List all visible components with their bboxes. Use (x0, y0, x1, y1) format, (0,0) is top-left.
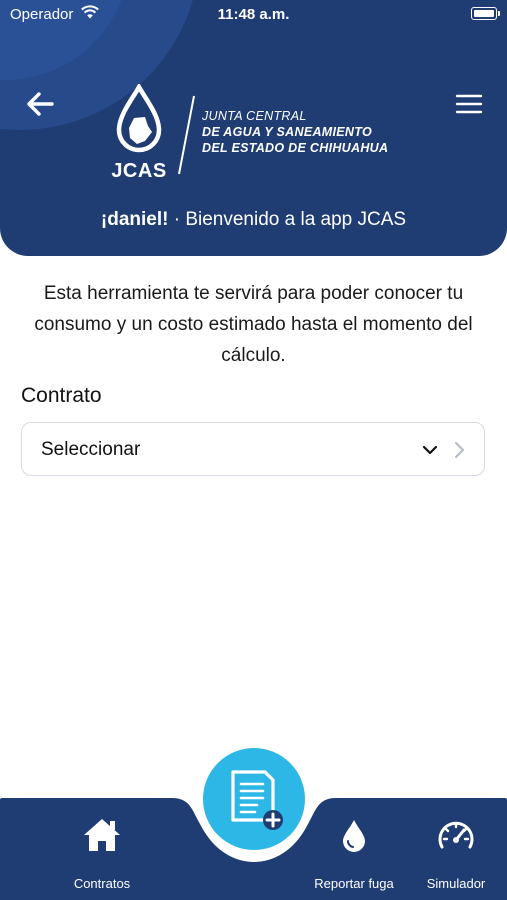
nav-item-label: Simulador (426, 876, 486, 891)
home-icon (84, 819, 120, 851)
logo-divider (178, 95, 195, 175)
water-drop-logo-icon (116, 84, 162, 153)
simulator-fab-button[interactable] (203, 748, 305, 850)
clock: 11:48 a.m. (217, 6, 290, 23)
arrow-left-icon (27, 92, 54, 116)
contract-select-value: Seleccionar (41, 439, 141, 460)
header: Operador 11:48 a.m. JCAS JUNTA CENTRAL D… (0, 0, 507, 256)
water-drop-icon (343, 820, 365, 852)
intro-text: Esta herramienta te servirá para poder c… (34, 283, 473, 366)
logo-text: JCAS (111, 160, 167, 182)
gauge-icon (438, 821, 474, 849)
jcas-logo: JCAS (104, 84, 174, 184)
menu-button[interactable] (453, 88, 485, 120)
nav-item-contratos[interactable]: Contratos (42, 814, 162, 891)
org-line-3: DEL ESTADO DE CHIHUAHUA (202, 141, 389, 155)
back-button[interactable] (22, 86, 58, 122)
chevron-right-icon (455, 442, 464, 458)
welcome-text: · Bienvenido a la app JCAS (168, 209, 407, 230)
battery-icon (471, 7, 500, 20)
user-name: ¡daniel! (100, 209, 169, 230)
nav-item-label: Contratos (73, 876, 131, 891)
chevron-down-icon (422, 445, 438, 455)
hamburger-menu-icon (455, 94, 483, 114)
nav-item-simulador[interactable]: Simulador (396, 814, 507, 891)
contract-select[interactable]: Seleccionar (21, 422, 485, 476)
contract-label: Contrato (21, 384, 102, 407)
organization-name: JUNTA CENTRAL DE AGUA Y SANEAMIENTO DEL … (202, 108, 388, 156)
welcome-message: ¡daniel! · Bienvenido a la app JCAS (0, 209, 507, 231)
org-line-2: DE AGUA Y SANEAMIENTO (202, 125, 372, 139)
org-line-1: JUNTA CENTRAL (202, 109, 307, 123)
add-document-icon (231, 770, 283, 830)
status-bar: Operador 11:48 a.m. (0, 0, 507, 30)
